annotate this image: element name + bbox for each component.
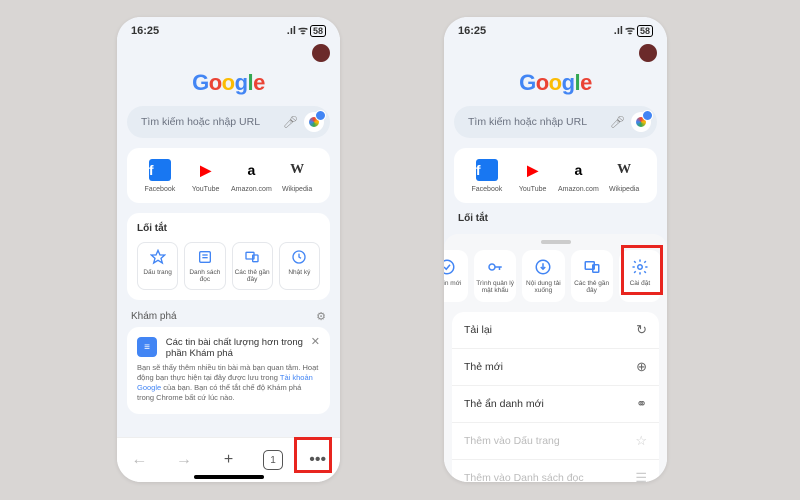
forward-button[interactable]: → [169,445,199,475]
download-icon [534,258,552,276]
discover-card[interactable]: ✕ ≡ Các tin bài chất lượng hơn trong phầ… [127,327,330,414]
status-time: 16:25 [458,25,486,37]
list-icon: ☰ [635,470,647,482]
site-facebook[interactable]: fFacebook [465,158,509,193]
action-recent-tabs[interactable]: Các thẻ gần đây [571,250,613,302]
mic-icon[interactable]: 🎤︎ [283,115,298,129]
devices-icon [244,249,260,265]
shortcuts-title: Lối tắt [137,223,320,234]
action-downloads[interactable]: Nội dung tải xuống [522,250,564,302]
new-tab-button[interactable]: + [213,445,243,475]
list-icon [197,249,213,265]
action-whats-new[interactable]: ng tin mới [444,250,468,302]
google-logo: Google [117,70,340,96]
lens-icon[interactable] [631,112,651,132]
shortcut-recent-tabs[interactable]: Các thẻ gần đây [232,242,273,290]
badge-check-icon [444,258,456,276]
shortcut-history[interactable]: Nhật ký [279,242,320,290]
search-placeholder: Tìm kiếm hoặc nhập URL [141,116,277,128]
key-icon [486,258,504,276]
status-bar: 16:25 .ıl ᯤ 58 [117,17,340,40]
battery-icon: 58 [637,25,653,37]
site-wikipedia[interactable]: WWikipedia [275,158,319,193]
action-password-manager[interactable]: Trình quản lý mật khẩu [474,250,516,302]
shortcut-bookmarks[interactable]: Dấu trang [137,242,178,290]
top-sites-card: fFacebook ▶YouTube aAmazon.com WWikipedi… [454,148,657,203]
highlight-menu-button [294,437,332,473]
phone-left: 16:25 .ıl ᯤ 58 Google Tìm kiếm hoặc nhập… [117,17,340,482]
site-youtube[interactable]: ▶YouTube [184,158,228,193]
site-youtube[interactable]: ▶YouTube [511,158,555,193]
search-input[interactable]: Tìm kiếm hoặc nhập URL 🎤︎ [454,106,657,138]
gear-icon[interactable]: ⚙ [316,310,326,323]
incognito-icon: ⚭ [636,396,647,412]
site-amazon[interactable]: aAmazon.com [556,158,600,193]
avatar[interactable] [312,44,330,62]
star-icon: ☆ [635,433,647,449]
top-sites-card: fFacebook ▶YouTube aAmazon.com WWikipedi… [127,148,330,203]
wifi-icon: ᯤ [625,23,635,38]
status-bar: 16:25 .ıl ᯤ 58 [444,17,667,40]
signal-icon: .ıl [287,25,296,37]
menu-reload[interactable]: Tải lại↻ [452,312,659,349]
home-indicator [194,475,264,479]
status-time: 16:25 [131,25,159,37]
wifi-icon: ᯤ [298,23,308,38]
site-wikipedia[interactable]: WWikipedia [602,158,646,193]
site-facebook[interactable]: fFacebook [138,158,182,193]
signal-icon: .ıl [614,25,623,37]
highlight-settings [621,245,663,295]
shortcut-reading-list[interactable]: Danh sách đọc [184,242,225,290]
menu-incognito[interactable]: Thẻ ẩn danh mới⚭ [452,386,659,423]
site-amazon[interactable]: aAmazon.com [229,158,273,193]
menu-add-bookmark: Thêm vào Dấu trang☆ [452,423,659,460]
clock-icon [291,249,307,265]
drag-handle[interactable] [541,240,571,244]
menu-new-tab[interactable]: Thẻ mới⊕ [452,349,659,386]
google-logo: Google [444,70,667,96]
mic-icon[interactable]: 🎤︎ [610,115,625,129]
discover-header: Khám phá ⚙ [131,310,326,323]
battery-icon: 58 [310,25,326,37]
avatar[interactable] [639,44,657,62]
menu-add-reading: Thêm vào Danh sách đọc☰ [452,460,659,482]
devices-icon [583,258,601,276]
phone-right: 16:25 .ıl ᯤ 58 Google Tìm kiếm hoặc nhập… [444,17,667,482]
shortcuts-title: Lối tắt [458,213,653,224]
reload-icon: ↻ [636,322,647,338]
menu-list: Tải lại↻ Thẻ mới⊕ Thẻ ẩn danh mới⚭ Thêm … [452,312,659,482]
lens-icon[interactable] [304,112,324,132]
plus-circle-icon: ⊕ [636,359,647,375]
shortcuts-card: Lối tắt Dấu trang Danh sách đọc Các thẻ … [127,213,330,300]
search-input[interactable]: Tìm kiếm hoặc nhập URL 🎤︎ [127,106,330,138]
article-icon: ≡ [137,337,157,357]
close-icon[interactable]: ✕ [311,335,320,348]
tabs-button[interactable]: 1 [258,445,288,475]
back-button[interactable]: ← [124,445,154,475]
star-icon [150,249,166,265]
